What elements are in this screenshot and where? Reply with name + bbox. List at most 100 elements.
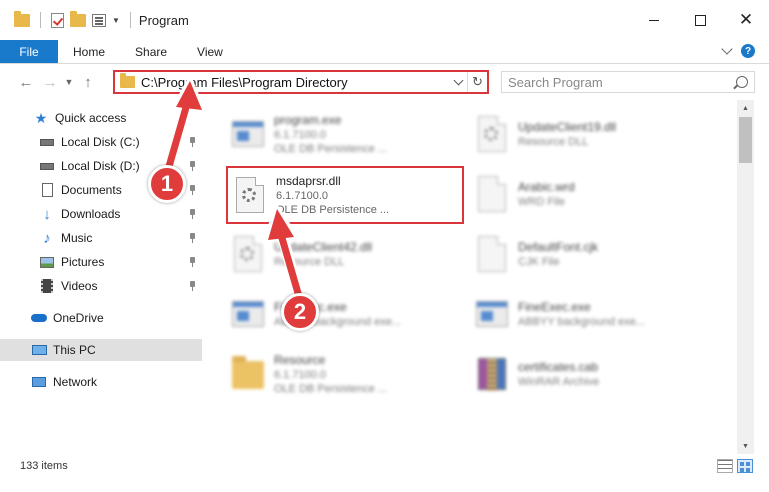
- file-item-fineexec-exe[interactable]: FineExec.exe ABBYY background exe...: [230, 288, 470, 340]
- ribbon-tabs: File Home Share View ?: [0, 40, 769, 64]
- folder-icon: [14, 10, 30, 27]
- window-title: Program: [138, 12, 189, 28]
- view-switcher: [717, 459, 753, 473]
- search-icon[interactable]: [736, 76, 748, 88]
- sidebar-item-videos[interactable]: Videos: [0, 275, 202, 297]
- new-folder-icon[interactable]: [70, 10, 86, 27]
- recent-locations-chevron-icon[interactable]: ▼: [62, 70, 76, 94]
- details-view-icon[interactable]: [717, 459, 733, 473]
- step-2-badge: 2: [281, 293, 319, 331]
- cloud-icon: [31, 310, 47, 326]
- sidebar-item-label: OneDrive: [53, 311, 104, 325]
- sidebar-item-music[interactable]: ♪ Music: [0, 227, 202, 249]
- dll-icon: [474, 113, 510, 155]
- toolbar-divider: [129, 12, 131, 28]
- sidebar-item-label: Videos: [61, 279, 98, 293]
- back-arrow-icon[interactable]: ←: [14, 70, 38, 94]
- tab-share[interactable]: Share: [120, 40, 182, 63]
- ribbon-right-controls: ?: [721, 43, 755, 58]
- file-item-resource-folder[interactable]: Resource 6.1.7100.0 OLE DB Persistence .…: [230, 348, 470, 400]
- item-count: 133 items: [20, 460, 68, 472]
- sidebar-item-label: This PC: [53, 343, 96, 357]
- pin-icon[interactable]: [189, 185, 196, 195]
- status-bar: 133 items: [0, 454, 769, 478]
- blank-file-icon: [474, 233, 510, 275]
- address-path[interactable]: C:\Program Files\Program Directory: [141, 75, 449, 90]
- pin-icon[interactable]: [189, 281, 196, 291]
- search-box[interactable]: [501, 71, 755, 93]
- scroll-down-arrow-icon[interactable]: ▼: [737, 438, 754, 454]
- sidebar-item-label: Documents: [61, 183, 122, 197]
- folder-icon: [120, 73, 135, 88]
- file-name: program.exe: [274, 113, 342, 127]
- minimize-button[interactable]: [631, 0, 677, 40]
- tab-home[interactable]: Home: [58, 40, 120, 63]
- maximize-button[interactable]: [677, 0, 723, 40]
- network-icon: [31, 374, 47, 390]
- file-name: Arabic.wrd: [518, 180, 575, 194]
- file-item-program-exe[interactable]: program.exe 6.1.7100.0 OLE DB Persistenc…: [230, 108, 470, 160]
- sidebar-item-onedrive[interactable]: OneDrive: [0, 307, 202, 329]
- music-note-icon: ♪: [43, 229, 51, 247]
- step-1-badge: 1: [148, 165, 186, 203]
- file-item-updateclient19[interactable]: UpdateClient19.dll Resource DLL: [474, 108, 714, 160]
- sidebar-item-pictures[interactable]: Pictures: [0, 251, 202, 273]
- refresh-icon[interactable]: ↻: [467, 72, 487, 92]
- tiles-view-icon[interactable]: [737, 459, 753, 473]
- navigation-pane: ★ Quick access Local Disk (C:) Local Dis…: [0, 102, 202, 452]
- help-icon[interactable]: ?: [741, 44, 755, 58]
- customize-toolbar-arrow-icon[interactable]: ▼: [112, 16, 120, 25]
- file-item-arabic-wrd[interactable]: Arabic.wrd WRD File: [474, 168, 714, 220]
- dll-icon: [230, 233, 266, 275]
- address-bar[interactable]: C:\Program Files\Program Directory ↻: [113, 70, 489, 94]
- forward-arrow-icon[interactable]: →: [38, 70, 62, 94]
- file-name: DefaultFont.cjk: [518, 240, 599, 254]
- dll-gear-icon: [232, 174, 268, 216]
- pin-icon[interactable]: [189, 161, 196, 171]
- sidebar-item-label: Quick access: [55, 111, 127, 125]
- file-description: OLE DB Persistence ...: [274, 143, 388, 155]
- vertical-scrollbar[interactable]: ▲ ▼: [737, 100, 754, 454]
- sidebar-item-this-pc[interactable]: This PC: [0, 339, 202, 361]
- file-name: msdaprsr.dll: [276, 174, 341, 188]
- search-input[interactable]: [508, 74, 708, 90]
- sidebar-item-label: Downloads: [61, 207, 121, 221]
- window-controls: ✕: [631, 0, 769, 40]
- exe-icon: [230, 293, 266, 335]
- navigation-bar: ← → ▼ ↑ C:\Program Files\Program Directo…: [0, 64, 769, 100]
- sidebar-item-local-disk-c[interactable]: Local Disk (C:): [0, 131, 202, 153]
- file-name: FineExec.exe: [518, 300, 591, 314]
- sidebar-item-quick-access[interactable]: ★ Quick access: [0, 107, 202, 129]
- expand-ribbon-chevron-icon[interactable]: [721, 43, 733, 55]
- sidebar-item-network[interactable]: Network: [0, 371, 202, 393]
- sidebar-item-downloads[interactable]: ↓ Downloads: [0, 203, 202, 225]
- file-name: certificates.cab: [518, 360, 599, 374]
- scroll-up-arrow-icon[interactable]: ▲: [737, 100, 754, 116]
- file-description: OLE DB Persistence ...: [274, 383, 388, 395]
- pin-icon[interactable]: [189, 257, 196, 267]
- file-item-fineexec-exe[interactable]: FineExec.exe ABBYY background exe...: [474, 288, 714, 340]
- pin-icon[interactable]: [189, 137, 196, 147]
- sidebar-item-label: Local Disk (D:): [61, 159, 140, 173]
- tab-view[interactable]: View: [182, 40, 238, 63]
- file-item-defaultfont-cjk[interactable]: DefaultFont.cjk CJK File: [474, 228, 714, 280]
- scrollbar-thumb[interactable]: [739, 117, 752, 163]
- download-arrow-icon: ↓: [43, 205, 51, 223]
- tab-file[interactable]: File: [0, 40, 58, 63]
- pictures-icon: [39, 254, 55, 270]
- file-item-msdaprsr-dll[interactable]: msdaprsr.dll 6.1.7100.0 OLE DB Persisten…: [226, 166, 464, 224]
- pin-icon[interactable]: [189, 209, 196, 219]
- file-item-updateclient42[interactable]: UpdateClient42.dll Resource DLL: [230, 228, 470, 280]
- file-item-certificates-cab[interactable]: certificates.cab WinRAR Archive: [474, 348, 714, 400]
- pin-icon[interactable]: [189, 233, 196, 243]
- file-name: UpdateClient19.dll: [518, 120, 617, 134]
- address-dropdown-chevron-icon[interactable]: [449, 72, 467, 92]
- properties-icon[interactable]: [92, 13, 106, 27]
- properties-check-icon[interactable]: [51, 12, 64, 28]
- film-icon: [39, 278, 55, 294]
- close-button[interactable]: ✕: [723, 0, 769, 40]
- file-version: 6.1.7100.0: [274, 369, 326, 381]
- up-arrow-icon[interactable]: ↑: [76, 70, 100, 94]
- file-description: WinRAR Archive: [518, 376, 600, 388]
- title-bar: ▼ Program ✕: [0, 0, 769, 40]
